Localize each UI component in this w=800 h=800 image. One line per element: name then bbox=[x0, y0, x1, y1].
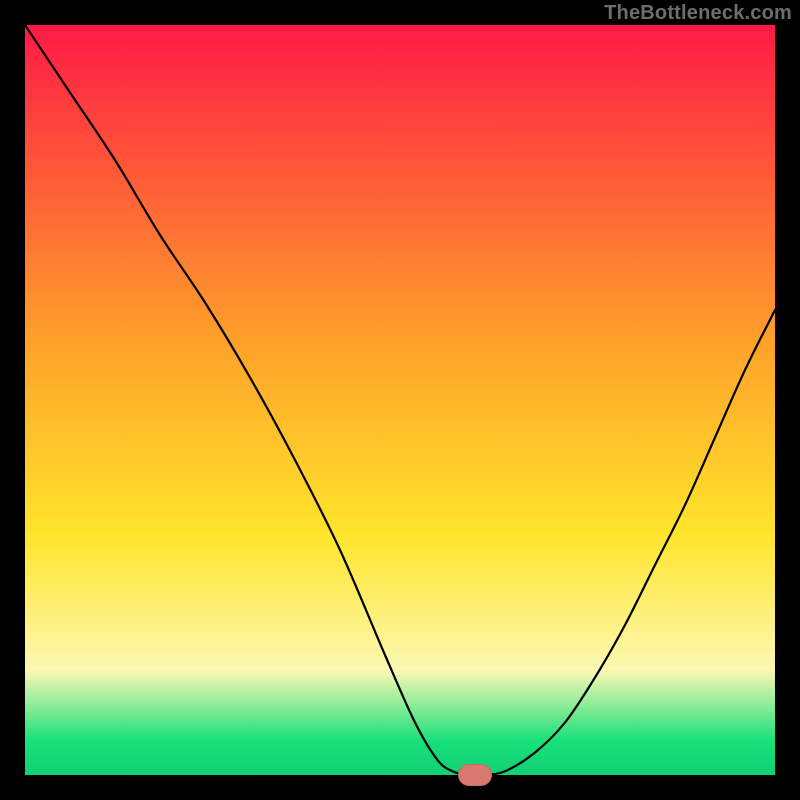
bottleneck-chart bbox=[0, 0, 800, 800]
chart-stage: TheBottleneck.com bbox=[0, 0, 800, 800]
chart-gradient-panel bbox=[25, 25, 775, 775]
minimum-marker bbox=[459, 765, 492, 786]
watermark-text: TheBottleneck.com bbox=[604, 2, 792, 25]
